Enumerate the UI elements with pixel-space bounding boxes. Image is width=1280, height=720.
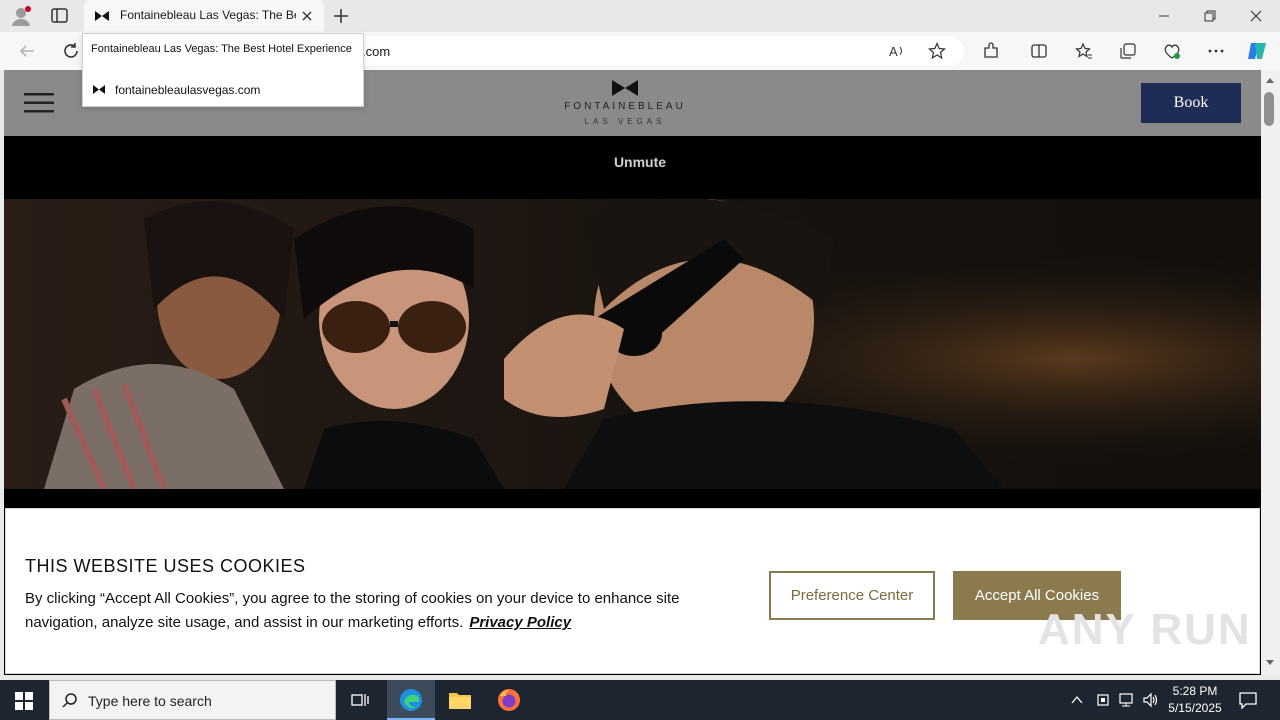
preference-center-button[interactable]: Preference Center [769, 571, 935, 620]
minimize-icon[interactable] [1156, 9, 1172, 23]
fontainebleau-logo-icon[interactable] [611, 79, 639, 97]
windows-start-icon[interactable] [14, 691, 34, 711]
more-options-icon[interactable] [1207, 42, 1225, 60]
anyrun-watermark: ANY RUN [1038, 605, 1252, 654]
browser-essentials-icon[interactable] [1163, 42, 1181, 60]
privacy-policy-link[interactable]: Privacy Policy [469, 614, 571, 631]
tab-hover-tooltip: Fontainebleau Las Vegas: The Best Hotel … [82, 33, 364, 107]
hamburger-menu-icon[interactable] [24, 92, 56, 114]
network-icon[interactable] [1118, 691, 1136, 709]
tooltip-domain: fontainebleaulasvegas.com [115, 83, 261, 97]
close-tab-icon[interactable] [300, 9, 314, 23]
copilot-icon[interactable] [1245, 39, 1269, 63]
volume-icon[interactable] [1142, 691, 1160, 709]
edge-taskbar-button[interactable] [387, 680, 435, 720]
security-tray-icon[interactable] [1095, 691, 1111, 709]
favorite-star-icon[interactable] [928, 42, 946, 60]
favorites-icon[interactable] [1075, 42, 1093, 60]
cookie-title: THIS WEBSITE USES COOKIES [25, 556, 306, 576]
split-screen-icon[interactable] [1030, 42, 1048, 60]
tooltip-title: Fontainebleau Las Vegas: The Best Hotel … [91, 43, 352, 55]
show-hidden-icons-icon[interactable] [1070, 693, 1084, 707]
file-explorer-icon[interactable] [448, 689, 472, 711]
clock-date[interactable]: 5/15/2025 [1162, 701, 1228, 715]
tab-actions-icon[interactable] [50, 7, 70, 25]
logo-subtitle: LAS VEGAS [584, 117, 666, 126]
clock-time[interactable]: 5:28 PM [1162, 684, 1228, 698]
windows-taskbar: Type here to search 5:28 PM 5/15/2025 [0, 680, 1280, 720]
unmute-button[interactable]: Unmute [4, 154, 1261, 170]
extensions-icon[interactable] [982, 42, 1000, 60]
cookie-body-text: By clicking “Accept All Cookies”, you ag… [25, 590, 680, 631]
taskbar-search-box[interactable]: Type here to search [49, 680, 336, 720]
tab-strip: Fontainebleau Las Vegas: The Best Hotel … [0, 0, 1280, 32]
cookie-banner: THIS WEBSITE USES COOKIES By clicking “A… [5, 508, 1260, 674]
restore-icon[interactable] [1202, 8, 1218, 24]
scroll-up-icon[interactable] [1265, 76, 1275, 84]
fontainebleau-favicon-icon [92, 84, 106, 95]
cookie-description: By clicking “Accept All Cookies”, you ag… [25, 587, 745, 635]
task-view-icon[interactable] [350, 690, 370, 710]
scroll-down-icon[interactable] [1265, 659, 1275, 667]
scrollbar-thumb[interactable] [1264, 92, 1274, 126]
new-tab-icon[interactable] [332, 7, 350, 25]
logo-text: FONTAINEBLEAU [564, 101, 686, 112]
close-window-icon[interactable] [1248, 8, 1264, 24]
search-icon [61, 692, 79, 710]
hero-image [4, 199, 1261, 489]
firefox-icon[interactable] [497, 688, 521, 712]
tab-title: Fontainebleau Las Vegas: The Best Hotel … [120, 8, 296, 22]
edge-icon [399, 688, 423, 712]
svg-text:A: A [889, 44, 898, 59]
profile-icon[interactable] [10, 5, 32, 27]
collections-icon[interactable] [1119, 42, 1137, 60]
book-button[interactable]: Book [1141, 83, 1241, 123]
notifications-icon[interactable] [1238, 690, 1258, 710]
back-icon[interactable] [18, 42, 36, 60]
url-text: .com [362, 44, 391, 59]
search-placeholder: Type here to search [88, 693, 212, 709]
fontainebleau-favicon-icon [94, 10, 110, 22]
refresh-icon[interactable] [62, 42, 80, 60]
browser-tab[interactable]: Fontainebleau Las Vegas: The Best Hotel … [84, 0, 324, 32]
page-scrollbar[interactable] [1261, 70, 1280, 675]
read-aloud-icon[interactable]: A [888, 42, 906, 60]
